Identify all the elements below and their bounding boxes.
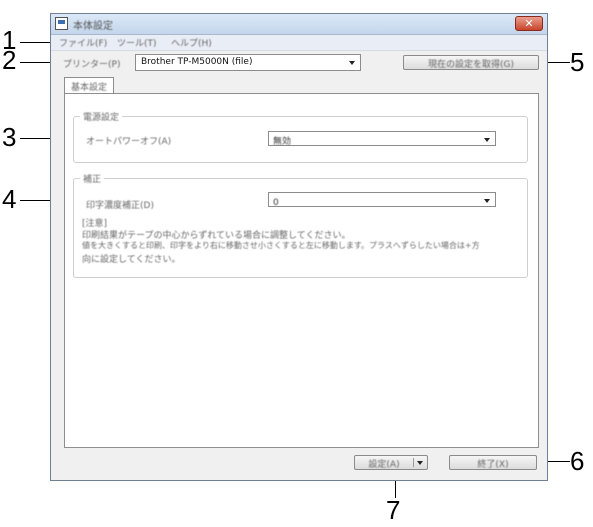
correction-group-title: 補正: [80, 172, 105, 185]
printer-select-value: Brother TP-M5000N (file): [141, 57, 253, 67]
menu-bar: ファイル(F) ツール(T) ヘルプ(H): [51, 35, 547, 51]
correction-note-line: 値を大きくすると印刷、印字をより右に移動させ小さくすると左に移動します。プラスへ…: [82, 241, 480, 250]
callout-4: 4: [2, 184, 17, 214]
printer-label: プリンター(P): [63, 60, 121, 70]
menu-tools[interactable]: ツール(T): [117, 36, 157, 49]
settings-window: 本体設定 ✕ ファイル(F) ツール(T) ヘルプ(H) プリンター(P) Br…: [50, 13, 548, 481]
print-density-select[interactable]: 0: [268, 192, 496, 208]
settings-panel: 電源設定 オートパワーオフ(A) 無効 補正 印字濃度補正(D) 0 [注意] …: [64, 93, 539, 448]
get-current-settings-label: 現在の設定を取得(G): [428, 60, 514, 70]
window-title: 本体設定: [73, 21, 113, 32]
auto-power-off-select[interactable]: 無効: [268, 131, 496, 147]
auto-power-off-label: オートパワーオフ(A): [86, 137, 172, 147]
apply-button-label: 設定(A): [368, 460, 400, 470]
callout-3: 3: [2, 122, 17, 152]
exit-button[interactable]: 終了(X): [449, 455, 537, 470]
chevron-down-icon: [484, 138, 490, 142]
close-button[interactable]: ✕: [515, 16, 543, 31]
chevron-down-icon[interactable]: [417, 461, 423, 465]
chevron-down-icon: [484, 199, 490, 203]
tab-basic-settings[interactable]: 基本設定: [64, 77, 114, 93]
apply-dropdown-divider: [413, 458, 414, 467]
menu-help[interactable]: ヘルプ(H): [171, 36, 212, 49]
auto-power-off-value: 無効: [273, 137, 292, 147]
exit-button-label: 終了(X): [477, 460, 509, 470]
app-icon: [55, 17, 68, 30]
title-bar: 本体設定 ✕: [51, 14, 547, 35]
power-settings-group: 電源設定 オートパワーオフ(A) 無効: [73, 110, 528, 163]
chevron-down-icon: [349, 61, 355, 65]
callout-6: 6: [570, 446, 585, 476]
callout-2: 2: [2, 45, 17, 75]
callout-7: 7: [386, 495, 401, 525]
print-density-label: 印字濃度補正(D): [86, 201, 154, 211]
tab-basic-settings-label: 基本設定: [70, 83, 107, 93]
correction-note-line: 向に設定してください。: [82, 255, 181, 265]
callout-5: 5: [570, 47, 585, 77]
printer-row: プリンター(P) Brother TP-M5000N (file) 現在の設定を…: [51, 54, 547, 72]
print-density-value: 0: [273, 198, 279, 208]
power-group-title: 電源設定: [80, 110, 123, 123]
apply-button[interactable]: 設定(A): [354, 455, 428, 470]
get-current-settings-button[interactable]: 現在の設定を取得(G): [403, 55, 539, 70]
printer-select[interactable]: Brother TP-M5000N (file): [135, 54, 361, 71]
menu-file[interactable]: ファイル(F): [59, 36, 107, 49]
correction-group: 補正 印字濃度補正(D) 0 [注意] 印刷結果がテープの中心からずれている場合…: [73, 172, 528, 278]
